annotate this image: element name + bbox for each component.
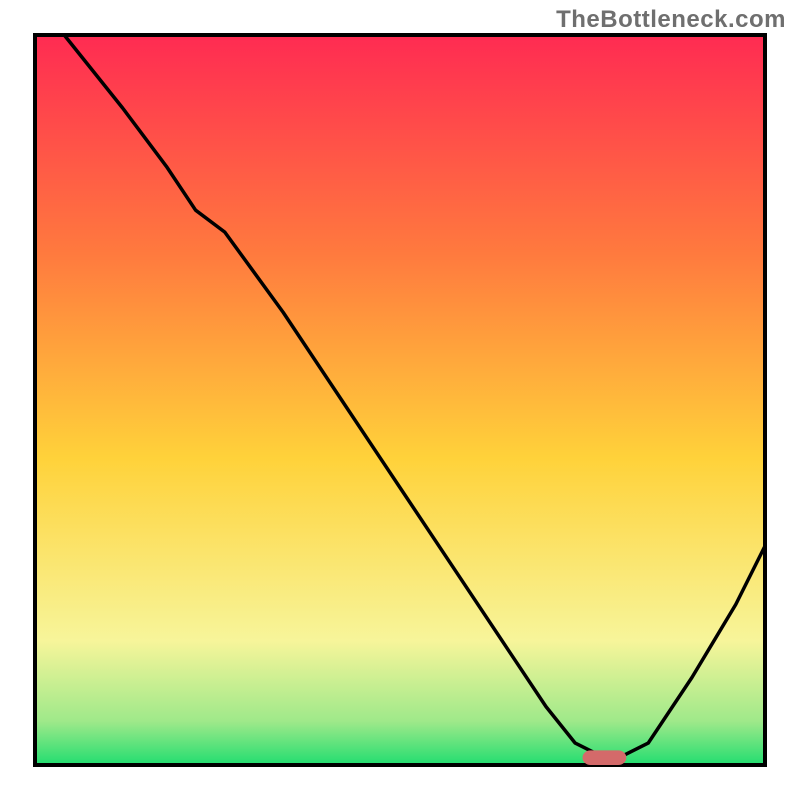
- optimal-marker: [583, 750, 627, 765]
- gradient-background: [35, 35, 765, 765]
- bottleneck-chart: TheBottleneck.com: [0, 0, 800, 800]
- watermark-text: TheBottleneck.com: [556, 6, 786, 34]
- chart-svg: [0, 0, 800, 800]
